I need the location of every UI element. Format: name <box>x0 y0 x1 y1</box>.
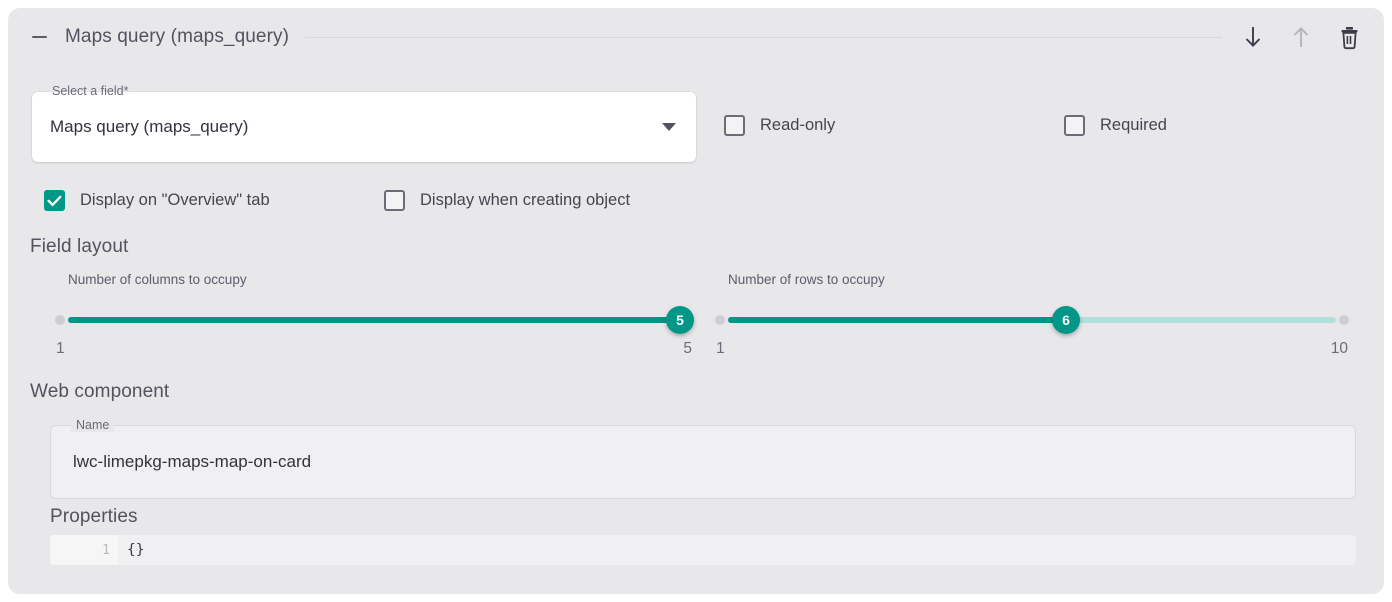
slider-columns-min: 1 <box>56 340 65 357</box>
slider-columns-range: 1 5 <box>56 340 692 360</box>
slider-rows-track-fill <box>728 317 1067 323</box>
chevron-down-icon[interactable] <box>662 123 676 131</box>
page-root: Maps query (maps_query) Select a field* … <box>0 0 1392 602</box>
slider-rows-min: 1 <box>716 340 725 357</box>
arrow-down-icon[interactable] <box>1236 20 1270 54</box>
checkbox-required-box[interactable] <box>1064 115 1085 136</box>
slider-rows-thumb[interactable]: 6 <box>1052 306 1081 334</box>
section-title-field-layout: Field layout <box>30 236 129 257</box>
header-actions <box>1236 20 1366 54</box>
minus-icon-bar <box>31 35 47 39</box>
slider-columns-max: 5 <box>683 340 692 357</box>
checkbox-display-overview[interactable]: Display on "Overview" tab <box>44 190 270 211</box>
web-component-name-field[interactable]: Name lwc-limepkg-maps-map-on-card <box>50 418 1356 499</box>
properties-code-content[interactable]: {} <box>118 535 1356 565</box>
slider-rows-track[interactable]: 6 <box>715 306 1349 334</box>
header-divider <box>305 36 1222 38</box>
checkbox-read-only[interactable]: Read-only <box>724 115 835 136</box>
slider-columns-track-fill <box>68 317 680 323</box>
select-field-legend: Select a field* <box>52 84 129 98</box>
web-component-name-value: lwc-limepkg-maps-map-on-card <box>73 452 312 471</box>
field-config-card: Maps query (maps_query) Select a field* … <box>8 8 1384 594</box>
slider-columns: Number of columns to occupy 5 1 5 <box>55 272 694 360</box>
select-field-value: Maps query (maps_query) <box>50 117 249 136</box>
slider-columns-start-dot <box>55 315 65 325</box>
card-header: Maps query (maps_query) <box>8 8 1384 66</box>
checkbox-required-label: Required <box>1100 116 1167 134</box>
arrow-up-icon[interactable] <box>1284 20 1318 54</box>
web-component-name-legend: Name <box>71 418 115 432</box>
slider-rows-range: 1 10 <box>716 340 1348 360</box>
slider-rows-end-dot <box>1339 315 1349 325</box>
checkbox-display-overview-label: Display on "Overview" tab <box>80 191 270 209</box>
checkbox-display-creating[interactable]: Display when creating object <box>384 190 630 211</box>
checkbox-read-only-label: Read-only <box>760 116 836 134</box>
select-field[interactable]: Select a field* Maps query (maps_query) <box>32 84 696 162</box>
checkbox-display-creating-box[interactable] <box>384 190 405 211</box>
slider-columns-thumb[interactable]: 5 <box>666 306 694 334</box>
checkbox-read-only-box[interactable] <box>724 115 745 136</box>
page-title: Maps query (maps_query) <box>65 26 290 47</box>
slider-rows-max: 10 <box>1330 340 1348 357</box>
minus-icon[interactable] <box>22 20 56 54</box>
properties-code-editor[interactable]: 1 {} <box>50 535 1356 565</box>
properties-line-number: 1 <box>50 535 118 565</box>
checkbox-display-creating-label: Display when creating object <box>420 191 631 209</box>
section-title-properties: Properties <box>50 506 138 527</box>
slider-columns-label: Number of columns to occupy <box>68 272 247 287</box>
check-icon <box>47 195 62 206</box>
slider-columns-track[interactable]: 5 <box>55 306 694 334</box>
checkbox-required[interactable]: Required <box>1064 115 1167 136</box>
checkbox-display-overview-box[interactable] <box>44 190 65 211</box>
slider-rows-label: Number of rows to occupy <box>728 272 885 287</box>
section-title-web-component: Web component <box>30 381 170 402</box>
trash-icon[interactable] <box>1332 20 1366 54</box>
slider-rows-start-dot <box>715 315 725 325</box>
slider-rows: Number of rows to occupy 6 1 10 <box>715 272 1349 360</box>
